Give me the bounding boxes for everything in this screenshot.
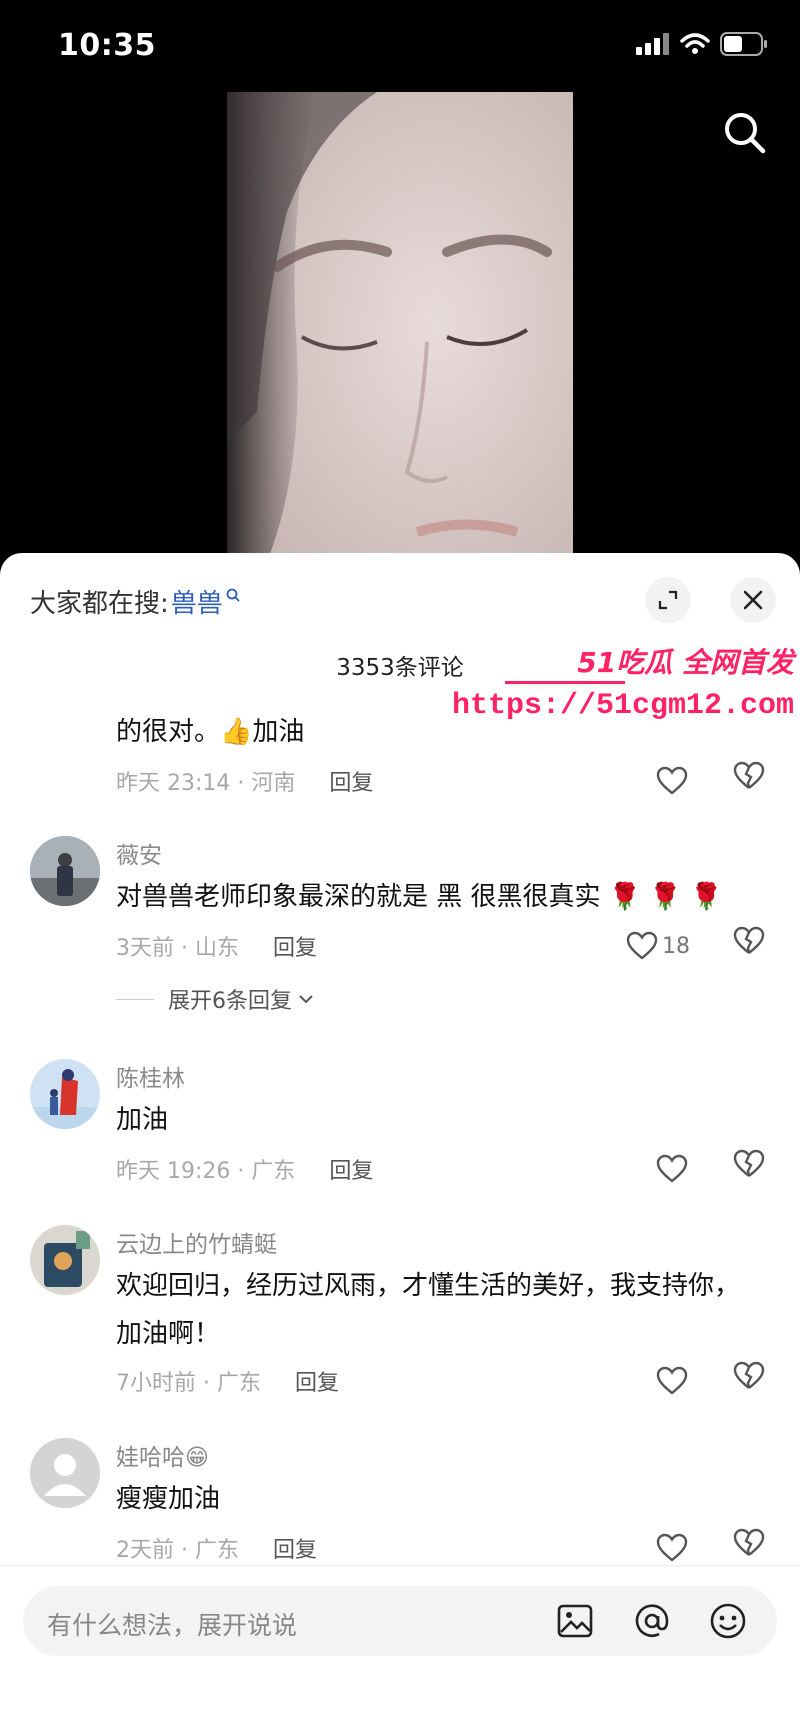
watermark-brand: 51吃瓜 全网首发 (577, 646, 794, 679)
search-icon (725, 113, 766, 154)
search-small-icon (226, 588, 240, 602)
heart-icon (656, 766, 688, 795)
comment-meta: 昨天 23:14 · 河南 回复 (116, 765, 373, 797)
reply-button[interactable]: 回复 (273, 1532, 317, 1564)
comment-text: 对兽兽老师印象最深的就是 黑 很黑很真实 🌹 🌹 🌹 (116, 882, 723, 912)
dislike-button[interactable] (733, 1361, 773, 1401)
like-button[interactable] (656, 1149, 696, 1189)
comment-meta: 2天前 · 广东 回复 (116, 1532, 317, 1564)
reply-button[interactable]: 回复 (273, 930, 317, 962)
broken-heart-icon (733, 926, 765, 954)
comment-text: 瘦瘦加油 (116, 1484, 221, 1514)
comment-time: 昨天 23:14 · 河南 (116, 771, 296, 796)
avatar-image (30, 836, 100, 906)
comment-input[interactable]: 有什么想法，展开说说 (23, 1586, 777, 1656)
comment-text: 欢迎回归，经历过风雨，才懂生活的美好，我支持你，加油啊！ (116, 1271, 741, 1349)
emoji-button[interactable] (709, 1602, 747, 1640)
comment-meta: 昨天 19:26 · 广东 回复 (116, 1153, 373, 1185)
image-button[interactable] (556, 1602, 594, 1640)
broken-heart-icon (733, 761, 765, 789)
dislike-button[interactable] (733, 926, 773, 966)
comment-time: 昨天 19:26 · 广东 (116, 1159, 296, 1184)
reply-button[interactable]: 回复 (329, 1153, 373, 1185)
comment-input-bar: 有什么想法，展开说说 (0, 1565, 800, 1731)
avatar[interactable] (30, 1225, 100, 1295)
emoji-icon (710, 1603, 746, 1639)
reply-button[interactable]: 回复 (329, 765, 373, 797)
heart-icon (656, 1366, 688, 1395)
heart-icon (656, 1154, 688, 1183)
status-icons (636, 32, 768, 56)
comment-input-placeholder: 有什么想法，展开说说 (47, 1611, 298, 1640)
search-suggestion-term[interactable]: 兽兽 (171, 583, 223, 620)
comment-meta: 3天前 · 山东 回复 (116, 930, 317, 962)
broken-heart-icon (733, 1361, 765, 1389)
avatar-image (30, 1225, 100, 1295)
search-suggestion-prefix: 大家都在搜: (30, 589, 169, 619)
divider (116, 998, 154, 1000)
mention-button[interactable] (633, 1602, 671, 1640)
comment-time: 7小时前 · 广东 (116, 1371, 261, 1396)
broken-heart-icon (733, 1528, 765, 1556)
close-button[interactable] (730, 577, 776, 623)
dislike-button[interactable] (733, 1528, 773, 1568)
expand-replies-label: 展开6条回复 (168, 989, 292, 1014)
status-bar: 10:35 (0, 0, 800, 95)
comment-author[interactable]: 娃哈哈😁 (116, 1438, 209, 1472)
comment-time: 2天前 · 广东 (116, 1538, 239, 1563)
at-icon (635, 1604, 669, 1637)
avatar[interactable] (30, 1059, 100, 1129)
search-button[interactable] (720, 108, 770, 158)
comment-time: 3天前 · 山东 (116, 936, 239, 961)
battery-icon (720, 32, 767, 56)
video-thumbnail[interactable] (227, 92, 573, 562)
heart-icon (656, 1533, 688, 1562)
expand-replies-button[interactable]: 展开6条回复 (116, 983, 314, 1015)
like-button[interactable] (656, 761, 696, 801)
dislike-button[interactable] (733, 761, 773, 801)
close-icon (743, 590, 763, 610)
comment-author[interactable]: 薇安 (116, 836, 162, 870)
image-icon (557, 1604, 593, 1638)
like-count: 18 (662, 933, 690, 959)
comment-text: 加油 (116, 1105, 169, 1135)
comment-author[interactable]: 陈桂林 (116, 1059, 185, 1093)
default-avatar-icon (30, 1438, 100, 1508)
expand-icon (658, 590, 678, 610)
comment-text: 的很对。👍加油 (116, 717, 305, 747)
like-button[interactable]: 18 (626, 926, 696, 966)
dislike-button[interactable] (733, 1149, 773, 1189)
heart-icon (626, 931, 658, 960)
broken-heart-icon (733, 1149, 765, 1177)
face-illustration (227, 92, 573, 562)
watermark-bar (505, 681, 625, 684)
search-suggestion[interactable]: 大家都在搜: 兽兽 (30, 583, 240, 620)
chevron-down-icon (299, 995, 313, 1004)
comment-author[interactable]: 云边上的竹蜻蜓 (116, 1225, 277, 1259)
sheet-header: 大家都在搜: 兽兽 3353条评论 (0, 553, 800, 681)
like-button[interactable] (656, 1361, 696, 1401)
status-time: 10:35 (58, 28, 156, 63)
avatar[interactable] (30, 1438, 100, 1508)
signal-icon (636, 33, 669, 55)
like-button[interactable] (656, 1528, 696, 1568)
wifi-icon (680, 33, 710, 54)
expand-button[interactable] (645, 577, 691, 623)
comments-sheet: 大家都在搜: 兽兽 3353条评论 51吃瓜 全网首发 https://51cg… (0, 553, 800, 1731)
reply-button[interactable]: 回复 (295, 1365, 339, 1397)
avatar[interactable] (30, 836, 100, 906)
avatar-image (30, 1059, 100, 1129)
comment-meta: 7小时前 · 广东 回复 (116, 1365, 339, 1397)
